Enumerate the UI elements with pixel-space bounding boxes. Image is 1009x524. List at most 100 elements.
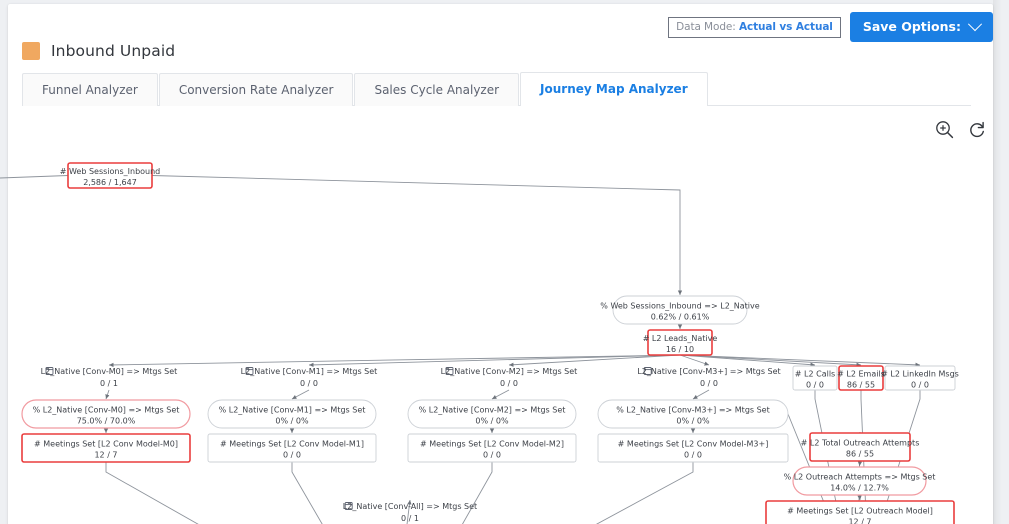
node-value: 0% / 0% [275,417,309,426]
node-value: 0 / 1 [100,379,118,388]
node-value: 0 / 0 [483,451,501,460]
node-ms-m1[interactable]: # Meetings Set [L2 Conv Model-M1] 0 / 0 [208,434,376,462]
node-value: 0 / 0 [911,381,929,390]
node-cnt-all[interactable]: L2_Native [Conv-All] => Mtgs Set 0 / 1 [343,502,477,523]
node-label: % L2_Native [Conv-M3+] => Mtgs Set [616,406,770,415]
node-label: % L2_Native [Conv-M2] => Mtgs Set [419,406,566,415]
tab-journey-map-analyzer[interactable]: Journey Map Analyzer [520,72,708,106]
node-value: 86 / 55 [846,450,874,459]
zoom-in-icon[interactable] [935,120,954,139]
node-label: # L2 Total Outreach Attempts [801,439,920,448]
save-options-label: Save Options: [863,19,961,34]
node-cnt-m1[interactable]: L2_Native [Conv-M1] => Mtgs Set 0 / 0 [241,367,378,388]
node-value: 2,586 / 1,647 [83,178,137,187]
diagram-nodes[interactable]: # Web Sessions_Inbound 2,586 / 1,647 % Web… [22,163,959,524]
node-value: 16 / 10 [666,345,694,354]
node-value: 0% / 0% [475,417,509,426]
node-label: % Web Sessions_Inbound => L2_Native [600,302,759,311]
save-options-button[interactable]: Save Options: [850,12,993,42]
node-ms-m3[interactable]: # Meetings Set [L2 Conv Model-M3+] 0 / 0 [598,434,788,462]
node-label: # Meetings Set [L2 Conv Model-M2] [420,440,564,449]
node-value: 0 / 0 [700,379,718,388]
node-label: L2_Native [Conv-M0] => Mtgs Set [41,367,178,376]
node-web-sessions[interactable]: # Web Sessions_Inbound 2,586 / 1,647 [60,163,161,188]
data-mode-value: Actual vs Actual [739,21,833,33]
node-label: # Meetings Set [L2 Conv Model-M0] [34,440,178,449]
journey-map-canvas[interactable]: # Web Sessions_Inbound 2,586 / 1,647 % Web… [0,148,993,524]
reset-view-icon[interactable] [968,120,987,139]
panel-right-edge [993,0,1009,524]
node-cnt-m2[interactable]: L2_Native [Conv-M2] => Mtgs Set 0 / 0 [441,367,578,388]
node-value: 75.0% / 70.0% [77,417,136,426]
node-label: % L2_Native [Conv-M0] => Mtgs Set [33,406,180,415]
node-label: # Web Sessions_Inbound [60,167,161,176]
data-mode-label: Data Mode: [676,21,736,33]
node-pct-outreach[interactable]: % L2 Outreach Attempts => Mtgs Set 14.0% … [784,467,936,495]
page-title: Inbound Unpaid [51,42,175,60]
chevron-down-icon [968,17,982,31]
node-label: % L2 Outreach Attempts => Mtgs Set [784,473,936,482]
segment-color-swatch [22,42,40,60]
node-pct-web-to-l2[interactable]: % Web Sessions_Inbound => L2_Native 0.62%… [600,296,759,324]
node-label: L2_Native [Conv-M1] => Mtgs Set [241,367,378,376]
edge [292,390,309,399]
tab-funnel-analyzer[interactable]: Funnel Analyzer [22,73,158,106]
node-pct-m2[interactable]: % L2_Native [Conv-M2] => Mtgs Set 0% / 0% [408,400,576,428]
page-title-row: Inbound Unpaid [22,42,175,60]
diagram-edges [0,176,920,524]
top-controls: Data Mode: Actual vs Actual Save Options… [668,12,993,42]
node-value: 0 / 0 [300,379,318,388]
node-label: # L2 Emails [837,370,885,379]
edge [492,390,509,399]
journey-map-svg[interactable]: # Web Sessions_Inbound 2,586 / 1,647 % Web… [0,148,993,524]
node-pct-m0[interactable]: % L2_Native [Conv-M0] => Mtgs Set 75.0% /… [22,400,190,428]
edge [152,176,680,296]
node-l2-calls[interactable]: # L2 Calls 0 / 0 [793,366,837,390]
node-label: # Meetings Set [L2 Conv Model-M1] [220,440,364,449]
edge [309,355,680,365]
node-value: 86 / 55 [847,381,875,390]
edge [403,462,693,524]
node-l2-outreach-total[interactable]: # L2 Total Outreach Attempts 86 / 55 [801,433,920,461]
node-label: # Meetings Set [L2 Conv Model-M3+] [618,440,769,449]
node-ms-m0[interactable]: # Meetings Set [L2 Conv Model-M0] 12 / 7 [22,434,190,462]
journey-map-analyzer-screen: Data Mode: Actual vs Actual Save Options… [0,0,1009,524]
canvas-tools [935,120,987,139]
node-label: # Meetings Set [L2 Outreach Model] [787,507,933,516]
node-value: 0 / 0 [283,451,301,460]
node-label: % L2_Native [Conv-M1] => Mtgs Set [219,406,366,415]
tab-conversion-rate-analyzer[interactable]: Conversion Rate Analyzer [159,73,354,106]
node-value: 12 / 7 [94,451,117,460]
node-label: L2_Native [Conv-M2] => Mtgs Set [441,367,578,376]
edge [0,176,68,179]
edge [292,462,383,524]
analyzer-tabs: Funnel Analyzer Conversion Rate Analyzer… [22,73,971,106]
node-pct-m3[interactable]: % L2_Native [Conv-M3+] => Mtgs Set 0% / 0… [598,400,788,428]
data-mode-indicator[interactable]: Data Mode: Actual vs Actual [668,17,841,38]
node-value: 0 / 0 [806,381,824,390]
node-label: # L2 LinkedIn Msgs [881,370,959,379]
node-value: 0.62% / 0.61% [651,313,710,322]
node-l2-linkedin[interactable]: # L2 LinkedIn Msgs 0 / 0 [881,366,959,390]
edge [106,390,109,399]
node-value: 0 / 0 [500,379,518,388]
node-cnt-m3[interactable]: L2_Native [Conv-M3+] => Mtgs Set 0 / 0 [637,367,780,388]
node-label: # L2 Leads_Native [643,334,718,343]
node-label: L2_Native [Conv-M3+] => Mtgs Set [637,367,780,376]
node-ms-m2[interactable]: # Meetings Set [L2 Conv Model-M2] 0 / 0 [408,434,576,462]
node-label: # L2 Calls [795,370,835,379]
node-l2-leads[interactable]: # L2 Leads_Native 16 / 10 [643,330,718,355]
node-value: 0% / 0% [676,417,710,426]
node-ms-outreach[interactable]: # Meetings Set [L2 Outreach Model]12 / 7 [766,501,954,524]
node-label: L2_Native [Conv-All] => Mtgs Set [343,502,477,511]
node-value: 0 / 0 [684,451,702,460]
edge [860,495,861,500]
edge [106,462,383,524]
edge [693,390,709,399]
node-value: 0 / 1 [401,514,419,523]
tab-sales-cycle-analyzer[interactable]: Sales Cycle Analyzer [354,73,519,106]
node-cnt-m0[interactable]: L2_Native [Conv-M0] => Mtgs Set 0 / 1 [41,367,178,388]
node-pct-m1[interactable]: % L2_Native [Conv-M1] => Mtgs Set 0% / 0% [208,400,376,428]
node-l2-emails[interactable]: # L2 Emails 86 / 55 [837,366,885,390]
node-value: 14.0% / 12.7% [830,484,889,493]
